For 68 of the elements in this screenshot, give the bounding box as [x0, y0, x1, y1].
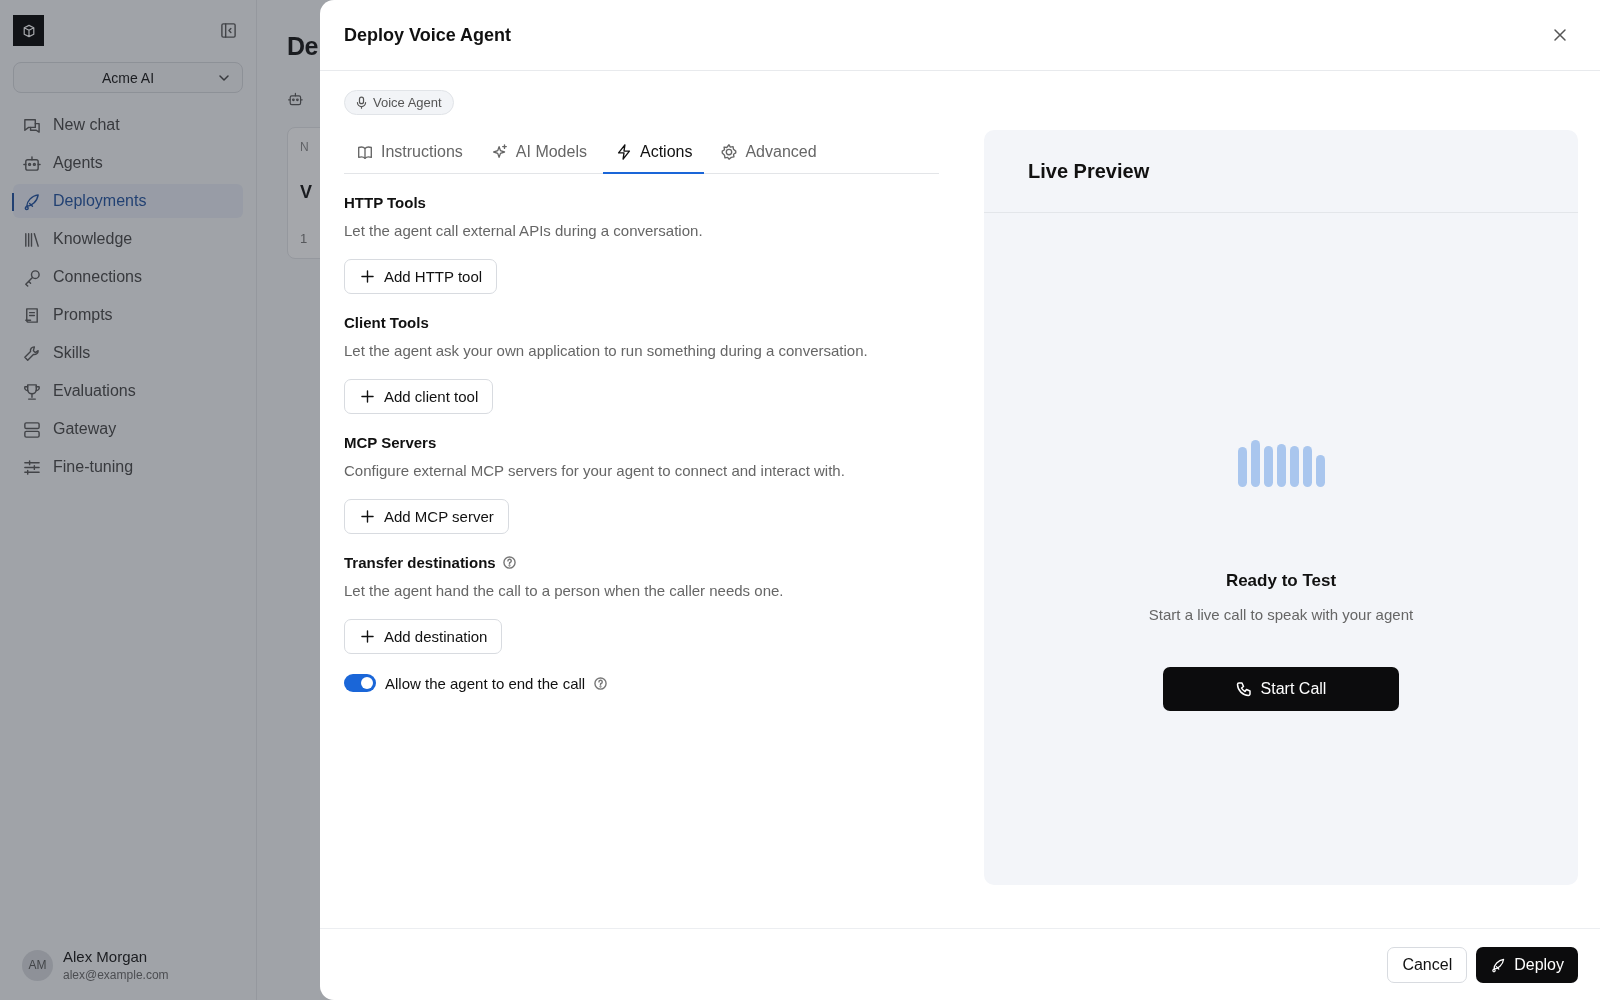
trophy-icon — [22, 381, 41, 401]
sidebar-item[interactable]: Connections — [13, 260, 243, 294]
toggle-switch[interactable] — [344, 674, 376, 692]
sliders-icon — [22, 457, 41, 477]
table-header: N — [300, 139, 309, 156]
robot-icon — [287, 91, 303, 107]
plus-icon — [361, 270, 374, 283]
sidebar-item[interactable]: Deployments — [13, 184, 243, 218]
scroll-icon — [22, 305, 41, 325]
sidebar-item[interactable]: Fine-tuning — [13, 450, 243, 484]
section-description: Let the agent ask your own application to run something during a conversation. — [344, 342, 868, 359]
rocket-icon — [1490, 956, 1507, 973]
workspace-dropdown[interactable]: Acme AI — [13, 62, 243, 93]
phone-icon — [1235, 681, 1252, 697]
add-button[interactable]: Add destination — [344, 619, 503, 654]
table-cell-text: V — [300, 181, 312, 204]
waveform-icon — [1237, 439, 1325, 487]
section-title: Client Tools — [344, 314, 429, 331]
preview-heading: Ready to Test — [1225, 571, 1337, 591]
panel-title: Live Preview — [1028, 159, 1150, 183]
microphone-icon — [355, 96, 368, 109]
key-icon — [22, 267, 41, 287]
server-icon — [22, 419, 41, 439]
rocket-icon — [22, 191, 41, 211]
help-icon[interactable] — [502, 556, 516, 569]
help-icon[interactable] — [594, 676, 608, 690]
sidebar-item[interactable]: Prompts — [13, 298, 243, 332]
collapse-sidebar-icon[interactable] — [220, 22, 237, 39]
page-title: De — [287, 32, 318, 61]
tab[interactable]: Instructions — [344, 133, 475, 174]
start-call-button[interactable]: Start Call — [1163, 667, 1399, 711]
toggle-label: Allow the agent to end the call — [385, 674, 586, 692]
pagination-text: 1 — [300, 230, 308, 248]
sidebar-item[interactable]: Skills — [13, 336, 243, 370]
add-button[interactable]: Add MCP server — [344, 499, 509, 534]
sidebar-item[interactable]: Agents — [13, 146, 243, 180]
user-name: Alex Morgan — [63, 948, 149, 965]
sparkle-icon — [490, 143, 509, 161]
cancel-button[interactable]: Cancel — [1387, 946, 1468, 983]
sidebar-item[interactable]: Gateway — [13, 412, 243, 446]
section-title: MCP Servers — [344, 434, 437, 451]
gear-icon — [720, 143, 739, 161]
user-avatar[interactable]: AM — [22, 949, 53, 981]
section-description: Let the agent hand the call to a person when the caller needs one. — [344, 582, 784, 599]
book-icon — [356, 143, 374, 161]
add-button[interactable]: Add HTTP tool — [344, 259, 498, 294]
plus-icon — [361, 630, 374, 643]
agent-type-badge: Voice Agent — [344, 90, 454, 115]
robot-icon — [22, 153, 41, 173]
deploy-button[interactable]: Deploy — [1476, 946, 1578, 983]
sidebar-item[interactable]: New chat — [13, 108, 243, 142]
section-description: Let the agent call external APIs during a conversation. — [344, 222, 703, 239]
sidebar-item[interactable]: Knowledge — [13, 222, 243, 256]
section-title: Transfer destinations — [344, 554, 496, 571]
preview-subtitle: Start a live call to speak with your agent — [1148, 606, 1414, 623]
tab[interactable]: Actions — [602, 133, 705, 174]
close-icon[interactable] — [1553, 28, 1567, 42]
user-email: alex@example.com — [63, 968, 169, 982]
tab[interactable]: AI Models — [478, 133, 599, 174]
tab[interactable]: Advanced — [708, 133, 829, 174]
wrench-icon — [22, 343, 41, 363]
section-title: HTTP Tools — [344, 194, 426, 211]
add-button[interactable]: Add client tool — [344, 379, 494, 414]
sidebar-item[interactable]: Evaluations — [13, 374, 243, 408]
plus-icon — [361, 510, 374, 523]
section-description: Configure external MCP servers for your agent to connect and interact with. — [344, 462, 845, 479]
dialog-title: Deploy Voice Agent — [344, 24, 512, 46]
plus-icon — [361, 390, 374, 403]
